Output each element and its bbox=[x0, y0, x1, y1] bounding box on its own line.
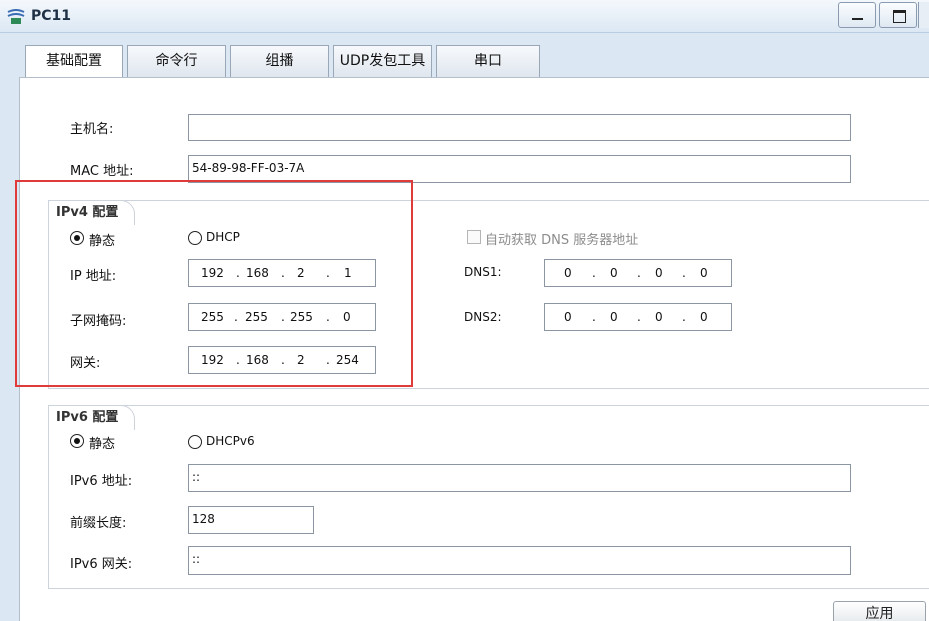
subnet-mask-label: 子网掩码: bbox=[70, 314, 127, 329]
mask-octet-1: 255 bbox=[201, 310, 224, 324]
mac-input[interactable]: 54-89-98-FF-03-7A bbox=[188, 155, 851, 183]
dns1-octet-3: 0 bbox=[655, 266, 663, 280]
mask-octet-4: 0 bbox=[343, 310, 351, 324]
ipv6-gateway-input[interactable]: :: bbox=[188, 546, 851, 575]
ipv6-address-label: IPv6 地址: bbox=[70, 474, 133, 489]
minimize-button[interactable] bbox=[838, 2, 876, 28]
gateway-input[interactable]: 192 . 168 . 2 . 254 bbox=[188, 346, 376, 374]
gw-octet-2: 168 bbox=[246, 353, 269, 367]
ipv4-dhcp-label: DHCP bbox=[206, 230, 240, 244]
dns1-octet-1: 0 bbox=[564, 266, 572, 280]
auto-dns-label: 自动获取 DNS 服务器地址 bbox=[485, 233, 639, 248]
ipv6-dhcp-radio[interactable] bbox=[188, 435, 202, 449]
tab-serial[interactable]: 串口 bbox=[436, 45, 540, 77]
dns2-octet-2: 0 bbox=[610, 310, 618, 324]
subnet-mask-input[interactable]: 255 . 255 . 255 . 0 bbox=[188, 303, 376, 331]
ip-dot: . bbox=[326, 353, 330, 367]
ip-dot: . bbox=[637, 310, 641, 324]
tab-basic-config[interactable]: 基础配置 bbox=[25, 45, 123, 78]
ip-dot: . bbox=[281, 266, 285, 280]
dns2-octet-4: 0 bbox=[700, 310, 708, 324]
maximize-button[interactable] bbox=[879, 2, 917, 28]
ip-dot: . bbox=[236, 353, 240, 367]
dns2-input[interactable]: 0 . 0 . 0 . 0 bbox=[544, 303, 732, 331]
dns1-octet-2: 0 bbox=[610, 266, 618, 280]
hostname-label: 主机名: bbox=[70, 122, 114, 137]
mask-octet-2: 255 bbox=[245, 310, 268, 324]
ip-dot: . bbox=[234, 310, 238, 324]
ipv6-group-title: IPv6 配置 bbox=[49, 405, 136, 430]
hostname-input[interactable] bbox=[188, 114, 851, 141]
close-button-edge[interactable] bbox=[918, 2, 929, 28]
pc-app-icon bbox=[7, 9, 25, 24]
ipv6-static-label: 静态 bbox=[89, 437, 116, 452]
window-title: PC11 bbox=[31, 8, 72, 24]
ip-dot: . bbox=[637, 266, 641, 280]
mac-label: MAC 地址: bbox=[70, 164, 134, 179]
ip-dot: . bbox=[326, 310, 330, 324]
ip-dot: . bbox=[682, 310, 686, 324]
gateway-label: 网关: bbox=[70, 356, 101, 371]
ipv6-static-radio[interactable] bbox=[70, 434, 84, 448]
gw-octet-3: 2 bbox=[297, 353, 305, 367]
ipv4-static-label: 静态 bbox=[89, 234, 116, 249]
ipv4-group-title: IPv4 配置 bbox=[49, 200, 136, 225]
title-bar: PC11 bbox=[0, 0, 929, 33]
ip-dot: . bbox=[281, 310, 285, 324]
apply-button[interactable]: 应用 bbox=[833, 601, 926, 621]
gw-octet-1: 192 bbox=[201, 353, 224, 367]
dns1-input[interactable]: 0 . 0 . 0 . 0 bbox=[544, 259, 732, 287]
prefix-length-input[interactable]: 128 bbox=[188, 506, 314, 534]
ip-dot: . bbox=[592, 310, 596, 324]
dns2-octet-3: 0 bbox=[655, 310, 663, 324]
ip-octet-2: 168 bbox=[246, 266, 269, 280]
ip-address-label: IP 地址: bbox=[70, 269, 117, 284]
ip-octet-1: 192 bbox=[201, 266, 224, 280]
dns1-label: DNS1: bbox=[464, 265, 502, 279]
dns1-octet-4: 0 bbox=[700, 266, 708, 280]
tab-udp-tool[interactable]: UDP发包工具 bbox=[333, 45, 432, 77]
ipv4-static-radio[interactable] bbox=[70, 231, 84, 245]
tab-multicast[interactable]: 组播 bbox=[230, 45, 329, 77]
ip-dot: . bbox=[682, 266, 686, 280]
mask-octet-3: 255 bbox=[290, 310, 313, 324]
auto-dns-checkbox[interactable] bbox=[467, 230, 481, 244]
ip-dot: . bbox=[592, 266, 596, 280]
gw-octet-4: 254 bbox=[336, 353, 359, 367]
ipv6-address-input[interactable]: :: bbox=[188, 464, 851, 492]
ip-octet-4: 1 bbox=[344, 266, 352, 280]
ip-dot: . bbox=[326, 266, 330, 280]
tab-command-line[interactable]: 命令行 bbox=[127, 45, 226, 77]
ip-dot: . bbox=[281, 353, 285, 367]
prefix-length-label: 前缀长度: bbox=[70, 516, 127, 531]
ipv6-dhcp-label: DHCPv6 bbox=[206, 434, 255, 448]
ip-octet-3: 2 bbox=[297, 266, 305, 280]
ip-dot: . bbox=[236, 266, 240, 280]
ipv6-gateway-label: IPv6 网关: bbox=[70, 557, 133, 572]
ipv4-dhcp-radio[interactable] bbox=[188, 231, 202, 245]
dns2-octet-1: 0 bbox=[564, 310, 572, 324]
dns2-label: DNS2: bbox=[464, 310, 502, 324]
ip-address-input[interactable]: 192 . 168 . 2 . 1 bbox=[188, 259, 376, 287]
